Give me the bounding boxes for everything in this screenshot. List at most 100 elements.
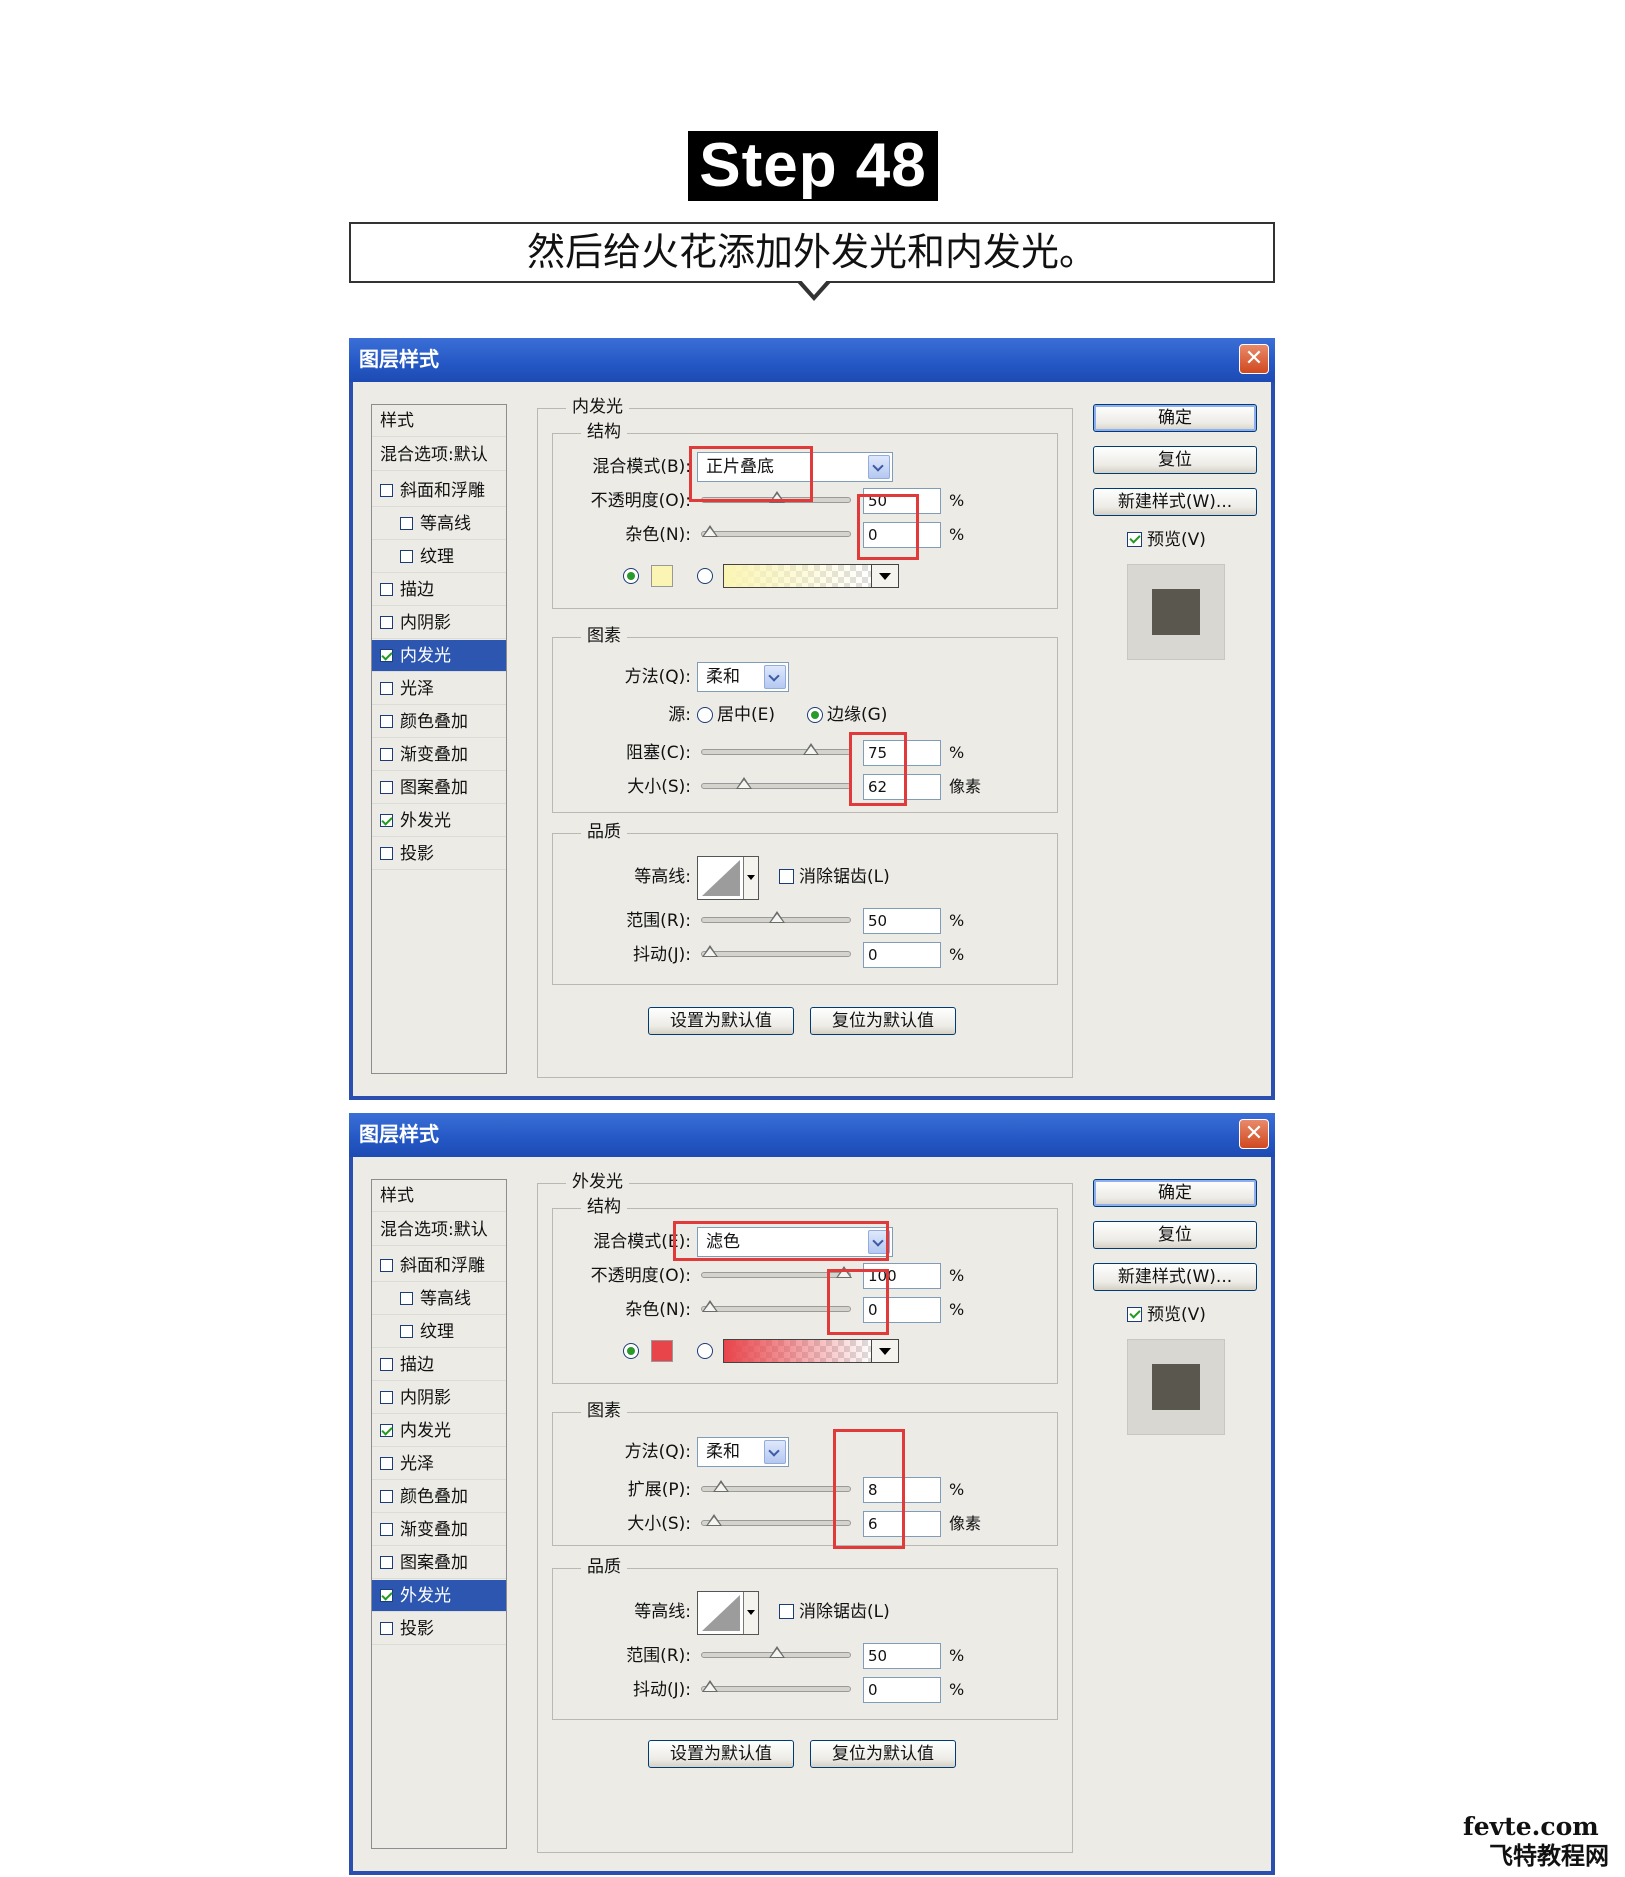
- style-item[interactable]: 描边: [372, 574, 506, 606]
- slider-thumb-icon[interactable]: [735, 777, 752, 789]
- slider-thumb-icon[interactable]: [702, 1680, 718, 1692]
- close-icon[interactable]: ✕: [1239, 344, 1269, 374]
- make-default-button[interactable]: 设置为默认值: [648, 1740, 794, 1768]
- style-item[interactable]: 渐变叠加: [372, 1514, 506, 1546]
- slider-thumb-icon[interactable]: [712, 1480, 729, 1492]
- style-item[interactable]: 斜面和浮雕: [372, 475, 506, 507]
- style-item[interactable]: 图案叠加: [372, 772, 506, 804]
- style-item[interactable]: 光泽: [372, 673, 506, 705]
- style-checkbox[interactable]: [380, 1622, 393, 1635]
- glow-color-swatch[interactable]: [651, 565, 673, 587]
- gradient-picker[interactable]: [723, 564, 899, 588]
- style-checkbox[interactable]: [380, 649, 393, 662]
- choke-slider[interactable]: [701, 743, 851, 755]
- style-checkbox[interactable]: [380, 1358, 393, 1371]
- source-edge-radio[interactable]: [807, 707, 823, 723]
- style-checkbox[interactable]: [380, 1424, 393, 1437]
- gradient-radio[interactable]: [697, 568, 713, 584]
- new-style-button[interactable]: 新建样式(W)...: [1093, 1263, 1257, 1291]
- size-slider[interactable]: [701, 777, 851, 789]
- jitter-input[interactable]: 0: [863, 942, 941, 968]
- style-item[interactable]: 内发光: [372, 640, 506, 672]
- style-checkbox[interactable]: [400, 517, 413, 530]
- slider-thumb-icon[interactable]: [702, 945, 718, 957]
- style-checkbox[interactable]: [380, 715, 393, 728]
- range-slider[interactable]: [701, 911, 851, 923]
- style-item[interactable]: 内发光: [372, 1415, 506, 1447]
- style-item[interactable]: 光泽: [372, 1448, 506, 1480]
- slider-thumb-icon[interactable]: [769, 1646, 785, 1658]
- style-item[interactable]: 描边: [372, 1349, 506, 1381]
- style-checkbox[interactable]: [380, 1391, 393, 1404]
- style-checkbox[interactable]: [400, 1325, 413, 1338]
- style-checkbox[interactable]: [380, 814, 393, 827]
- style-checkbox[interactable]: [400, 1292, 413, 1305]
- style-checkbox[interactable]: [380, 1556, 393, 1569]
- style-item[interactable]: 纹理: [372, 541, 506, 573]
- chevron-down-icon[interactable]: [743, 1592, 758, 1634]
- jitter-slider[interactable]: [701, 1680, 851, 1692]
- blending-options-item[interactable]: 混合选项:默认: [372, 1214, 506, 1246]
- style-checkbox[interactable]: [380, 583, 393, 596]
- style-item[interactable]: 纹理: [372, 1316, 506, 1348]
- style-item[interactable]: 外发光: [372, 1580, 506, 1612]
- new-style-button[interactable]: 新建样式(W)...: [1093, 488, 1257, 516]
- jitter-input[interactable]: 0: [863, 1677, 941, 1703]
- slider-thumb-icon[interactable]: [702, 1300, 718, 1312]
- gradient-picker[interactable]: [723, 1339, 899, 1363]
- style-checkbox[interactable]: [380, 1523, 393, 1536]
- style-item[interactable]: 斜面和浮雕: [372, 1250, 506, 1282]
- solid-color-radio[interactable]: [623, 568, 639, 584]
- spread-slider[interactable]: [701, 1480, 851, 1492]
- range-slider[interactable]: [701, 1646, 851, 1658]
- style-checkbox[interactable]: [380, 1589, 393, 1602]
- technique-select[interactable]: 柔和: [697, 1437, 789, 1467]
- anti-alias-checkbox[interactable]: [779, 869, 794, 884]
- styles-header[interactable]: 样式: [372, 1180, 506, 1212]
- style-checkbox[interactable]: [400, 550, 413, 563]
- size-slider[interactable]: [701, 1514, 851, 1526]
- make-default-button[interactable]: 设置为默认值: [648, 1007, 794, 1035]
- style-item[interactable]: 内阴影: [372, 1382, 506, 1414]
- chevron-down-icon[interactable]: [743, 857, 758, 899]
- contour-picker[interactable]: [697, 856, 759, 900]
- solid-color-radio[interactable]: [623, 1343, 639, 1359]
- slider-thumb-icon[interactable]: [769, 911, 785, 923]
- slider-thumb-icon[interactable]: [802, 743, 819, 755]
- style-checkbox[interactable]: [380, 682, 393, 695]
- close-icon[interactable]: ✕: [1239, 1119, 1269, 1149]
- style-item[interactable]: 颜色叠加: [372, 1481, 506, 1513]
- source-center-radio[interactable]: [697, 707, 713, 723]
- reset-button[interactable]: 复位: [1093, 1221, 1257, 1249]
- preview-checkbox[interactable]: [1127, 1307, 1142, 1322]
- style-checkbox[interactable]: [380, 616, 393, 629]
- slider-thumb-icon[interactable]: [706, 1514, 723, 1526]
- style-item[interactable]: 图案叠加: [372, 1547, 506, 1579]
- style-item[interactable]: 投影: [372, 838, 506, 870]
- style-checkbox[interactable]: [380, 748, 393, 761]
- style-item[interactable]: 等高线: [372, 508, 506, 540]
- style-item[interactable]: 内阴影: [372, 607, 506, 639]
- styles-header[interactable]: 样式: [372, 405, 506, 437]
- style-checkbox[interactable]: [380, 484, 393, 497]
- style-item[interactable]: 等高线: [372, 1283, 506, 1315]
- contour-picker[interactable]: [697, 1591, 759, 1635]
- ok-button[interactable]: 确定: [1093, 404, 1257, 432]
- style-item[interactable]: 颜色叠加: [372, 706, 506, 738]
- ok-button[interactable]: 确定: [1093, 1179, 1257, 1207]
- reset-to-default-button[interactable]: 复位为默认值: [810, 1740, 956, 1768]
- technique-select[interactable]: 柔和: [697, 662, 789, 692]
- range-input[interactable]: 50: [863, 1643, 941, 1669]
- slider-thumb-icon[interactable]: [702, 525, 718, 537]
- gradient-radio[interactable]: [697, 1343, 713, 1359]
- reset-button[interactable]: 复位: [1093, 446, 1257, 474]
- chevron-down-icon[interactable]: [871, 1340, 898, 1362]
- style-item[interactable]: 投影: [372, 1613, 506, 1645]
- jitter-slider[interactable]: [701, 945, 851, 957]
- reset-to-default-button[interactable]: 复位为默认值: [810, 1007, 956, 1035]
- preview-checkbox[interactable]: [1127, 532, 1142, 547]
- style-checkbox[interactable]: [380, 1259, 393, 1272]
- style-item[interactable]: 渐变叠加: [372, 739, 506, 771]
- style-checkbox[interactable]: [380, 1457, 393, 1470]
- blending-options-item[interactable]: 混合选项:默认: [372, 439, 506, 471]
